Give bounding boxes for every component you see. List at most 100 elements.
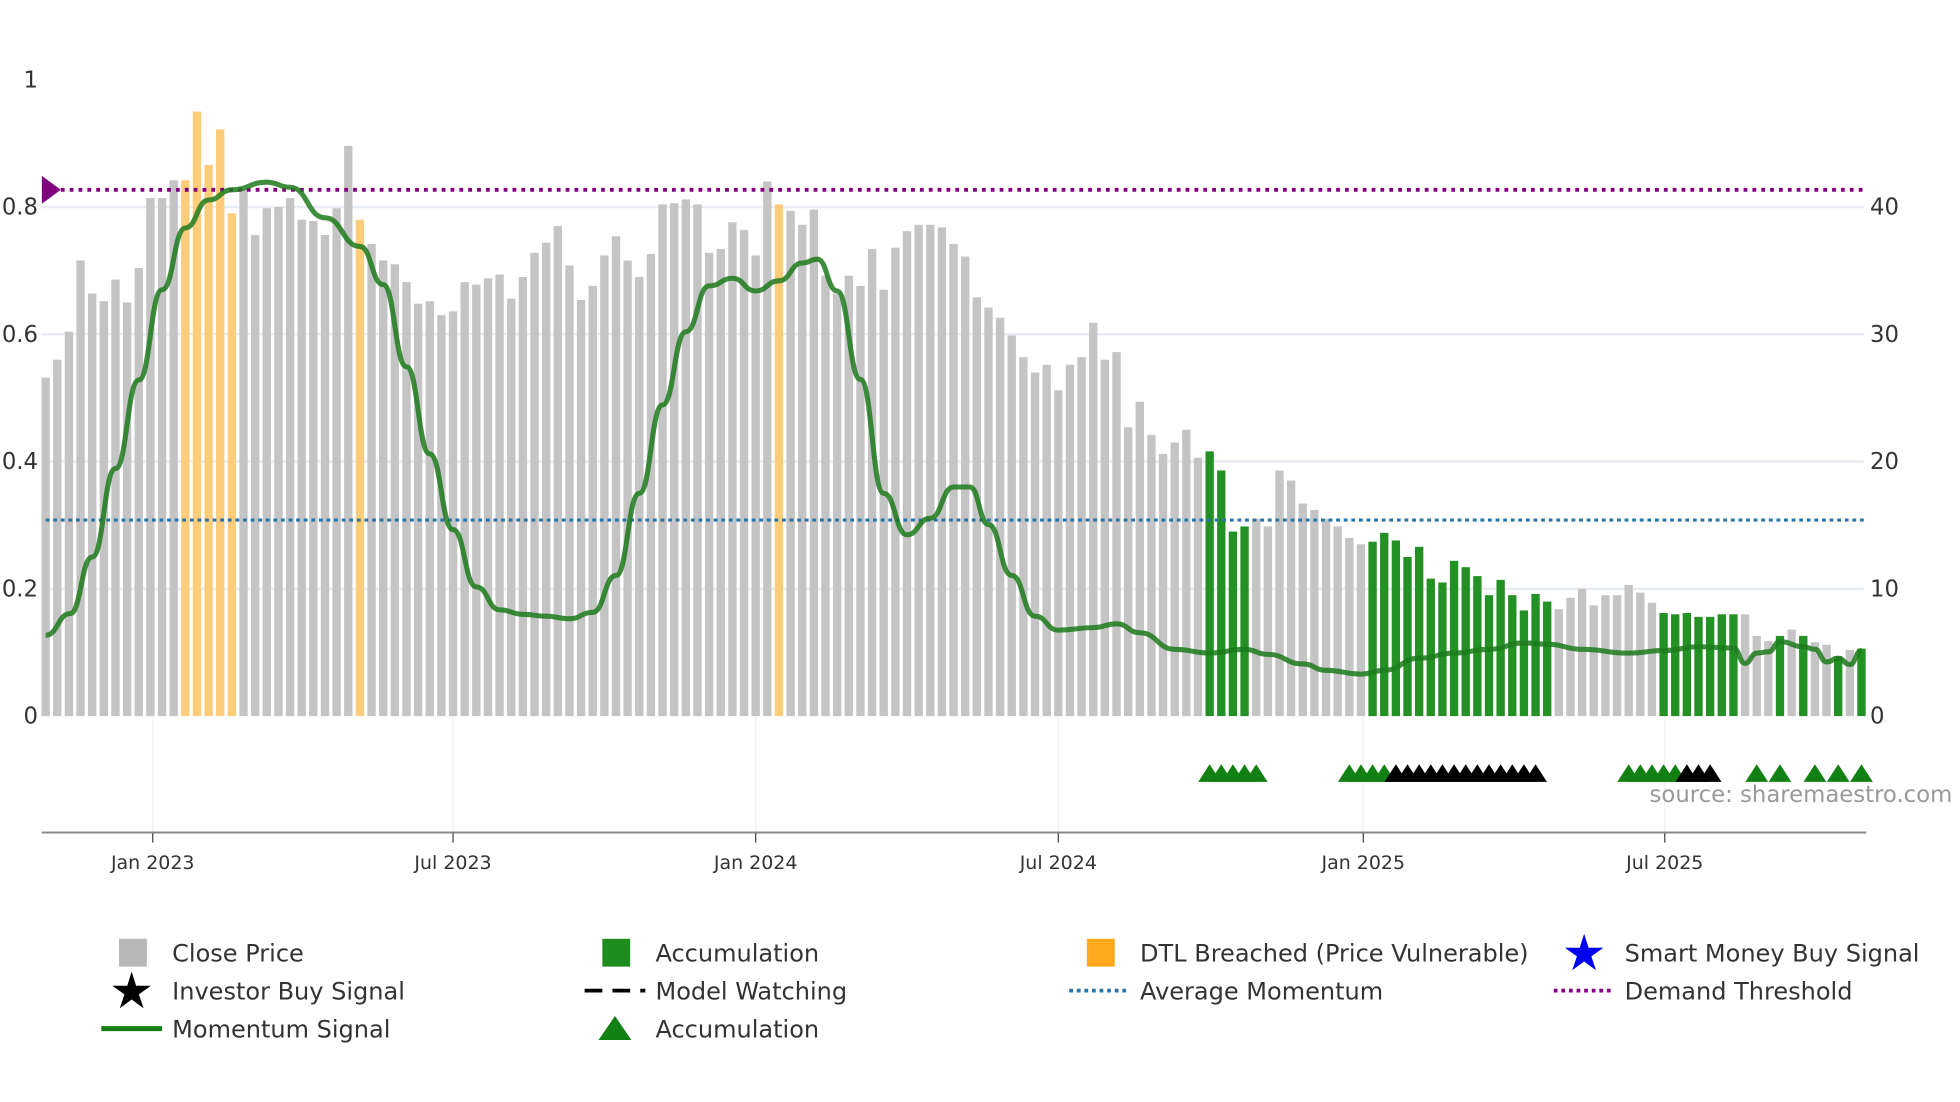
close-price-bar xyxy=(891,247,900,717)
close-price-bar xyxy=(693,204,702,717)
close-price-bar xyxy=(1054,390,1063,717)
accumulation-bar xyxy=(1543,601,1552,717)
left-tick-label: 0.8 xyxy=(2,195,38,221)
accumulation-bar xyxy=(1403,557,1412,717)
close-price-bar xyxy=(623,260,632,717)
close-price-bar xyxy=(926,224,935,717)
accumulation-bar xyxy=(1671,614,1680,717)
close-price-bar xyxy=(134,268,143,717)
accumulation-bar xyxy=(1426,578,1435,717)
legend-label: Investor Buy Signal xyxy=(172,978,405,1006)
close-price-bar xyxy=(1612,595,1622,717)
right-tick-label: 10 xyxy=(1870,576,1899,602)
legend-item: DTL Breached (Price Vulnerable) xyxy=(1086,938,1529,968)
close-price-bar xyxy=(483,278,493,717)
left-tick-label: 0.6 xyxy=(2,322,38,348)
accumulation-bar xyxy=(1705,616,1715,717)
accumulation-bar xyxy=(1461,567,1470,717)
close-price-bar xyxy=(413,303,423,717)
close-price-bar xyxy=(798,224,807,717)
close-price-bar xyxy=(495,274,504,717)
close-price-bar xyxy=(111,279,120,717)
accumulation-bar xyxy=(1531,593,1540,717)
accumulation-bar xyxy=(1414,546,1424,717)
close-price-bar xyxy=(670,203,679,717)
close-price-bar xyxy=(530,252,539,717)
accumulation-triangle xyxy=(1768,764,1792,782)
close-price-bar xyxy=(146,198,155,717)
close-price-bar xyxy=(681,199,691,717)
close-price-bar xyxy=(1100,359,1110,717)
legend-swatch xyxy=(119,938,147,967)
close-price-bar xyxy=(320,234,330,717)
close-price-bar xyxy=(867,248,877,717)
close-price-bar xyxy=(1170,442,1179,717)
close-price-bar xyxy=(1030,372,1040,717)
close-price-bar xyxy=(1310,509,1319,717)
accumulation-bar xyxy=(1449,560,1459,717)
close-price-bar xyxy=(1123,427,1133,717)
close-price-bar xyxy=(1275,470,1284,717)
close-price-bar xyxy=(809,209,819,717)
legend-item: Smart Money Buy Signal xyxy=(1564,933,1920,971)
accumulation-bar xyxy=(1205,451,1214,717)
close-price-bar xyxy=(832,293,842,717)
close-price-bar xyxy=(879,289,888,717)
close-price-bar xyxy=(1112,352,1121,717)
accumulation-bar xyxy=(1775,635,1785,717)
accumulation-bar xyxy=(1682,613,1692,717)
price-bars xyxy=(41,111,1866,717)
accumulation-bar xyxy=(1519,610,1529,717)
legend-item: Model Watching xyxy=(584,978,847,1006)
accumulation-triangle xyxy=(1850,764,1873,782)
close-price-bar xyxy=(658,204,667,717)
accumulation-bar xyxy=(1729,614,1738,717)
close-price-bar xyxy=(763,181,772,717)
legend-swatch xyxy=(602,938,631,967)
close-price-bar xyxy=(1077,357,1086,717)
close-price-bar xyxy=(1286,480,1296,717)
dtl-breached-bar xyxy=(181,180,190,717)
close-price-bar xyxy=(472,284,481,717)
close-price-bar xyxy=(1007,335,1016,717)
close-price-bar xyxy=(1193,457,1203,717)
legend-item: Close Price xyxy=(119,938,304,968)
right-tick-label: 0 xyxy=(1870,704,1884,730)
close-price-bar xyxy=(1019,357,1028,717)
close-price-bar xyxy=(1601,595,1610,717)
close-price-bar xyxy=(1147,434,1156,717)
accumulation-bar xyxy=(1380,532,1389,717)
legend-swatch xyxy=(1086,938,1115,967)
left-tick-label: 0.2 xyxy=(2,576,38,602)
close-price-bar xyxy=(344,145,353,717)
close-price-bar xyxy=(937,227,947,717)
close-price-bar xyxy=(274,206,283,717)
close-price-bar xyxy=(332,208,341,717)
triangle-icon xyxy=(598,1015,632,1041)
legend-item: Demand Threshold xyxy=(1553,978,1852,1006)
close-price-bar xyxy=(262,208,271,717)
close-price-bar xyxy=(646,254,656,717)
close-price-bar xyxy=(309,220,318,717)
dtl-breached-bar xyxy=(204,164,213,717)
close-price-bar xyxy=(1554,609,1564,717)
close-price-bar xyxy=(518,276,528,717)
close-price-bar xyxy=(553,226,562,717)
close-price-bar xyxy=(157,198,167,717)
legend-label: Accumulation xyxy=(655,940,819,968)
close-price-bar xyxy=(460,282,469,717)
accumulation-bar xyxy=(1368,541,1377,717)
close-price-bar xyxy=(751,255,760,717)
close-price-bar xyxy=(1158,453,1168,717)
legend-label: Smart Money Buy Signal xyxy=(1625,940,1920,968)
close-price-bar xyxy=(914,224,923,717)
close-price-bar xyxy=(600,255,609,717)
right-tick-label: 40 xyxy=(1870,195,1899,221)
close-price-bar xyxy=(53,359,62,717)
close-price-bar xyxy=(1822,644,1831,717)
accumulation-bar xyxy=(1240,526,1249,717)
source-label: source: sharemaestro.com xyxy=(1650,782,1953,808)
close-price-bar xyxy=(1252,518,1261,717)
close-price-bar xyxy=(1135,401,1144,717)
close-price-bar xyxy=(1577,588,1587,717)
